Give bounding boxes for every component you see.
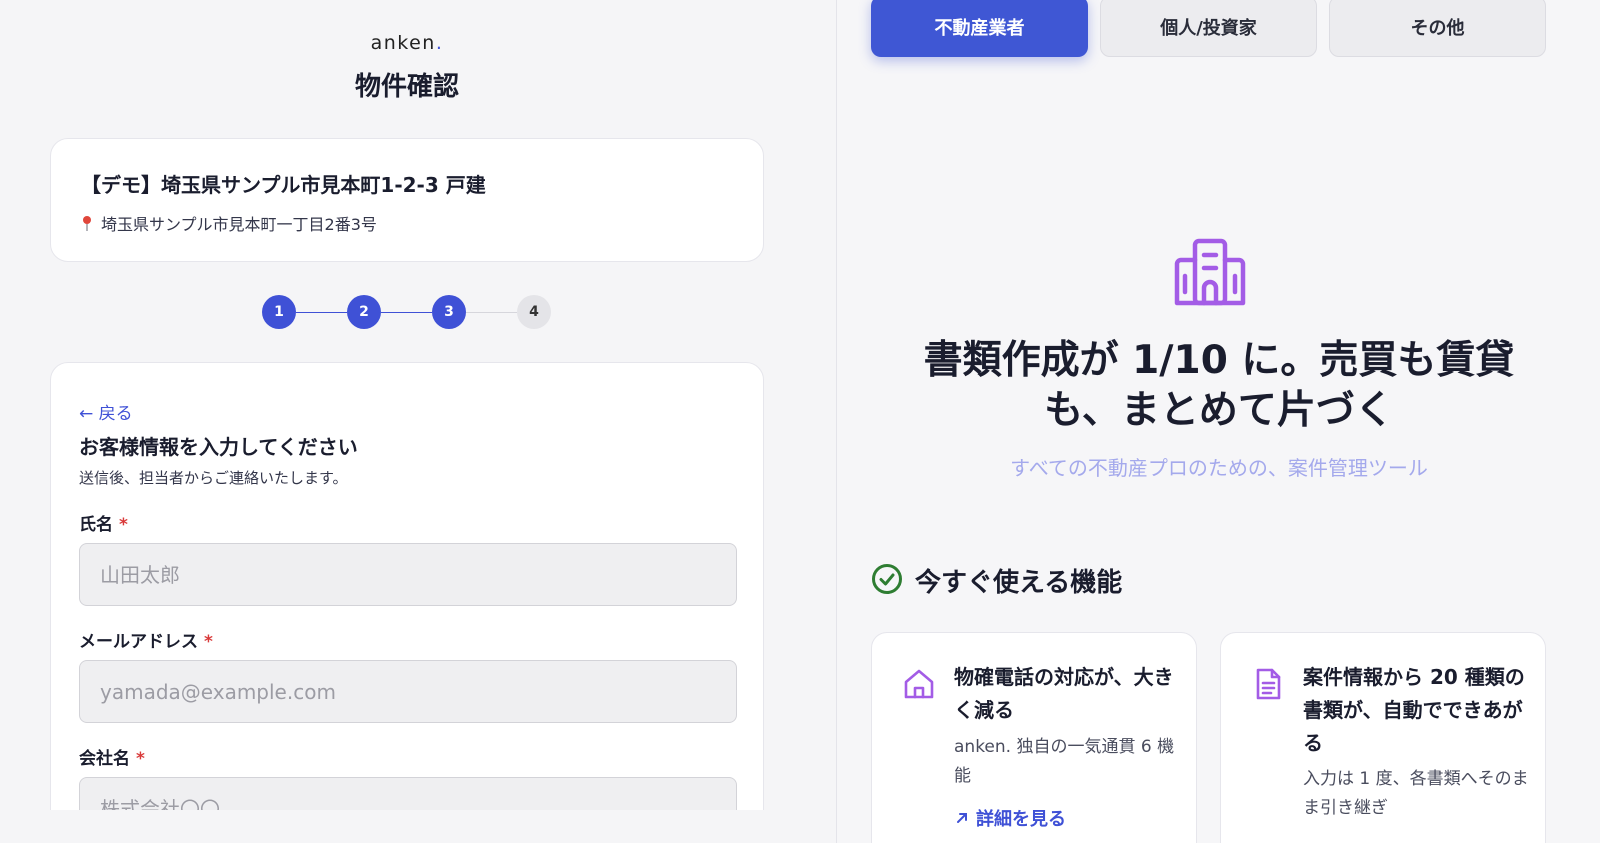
progress-stepper: 1 2 3 4 [262, 295, 551, 329]
document-icon [1256, 668, 1281, 700]
hero-title: 書類作成が 1/10 に。売買も賃貸も、まとめて片づく [923, 338, 1515, 433]
property-card: 【デモ】埼玉県サンプル市見本町1-2-3 戸建 埼玉県サンプル市見本町一丁目2番… [50, 138, 764, 262]
step-connector [381, 311, 432, 313]
feature-card-phone[interactable]: 物確電話の対応が、大きく減る anken. 独自の一気通貫 6 機能 詳細を見る [871, 632, 1197, 843]
scroll-clip [0, 810, 836, 843]
brand-logo[interactable]: anken. [0, 32, 814, 54]
page-title: 物件確認 [354, 72, 459, 102]
feature-detail-link[interactable]: 詳細を見る [954, 805, 1066, 831]
feature-card-documents[interactable]: 案件情報から 20 種類の書類が、自動でできあがる 入力は 1 度、各書類へその… [1220, 632, 1546, 843]
form-subtext: 送信後、担当者からご連絡いたします。 [79, 469, 348, 487]
hero-subtitle: すべての不動産プロのための、案件管理ツール [1010, 456, 1428, 480]
email-field-label: メールアドレス * [79, 632, 213, 652]
map-pin-icon [83, 216, 91, 231]
feature-card-desc: anken. 独自の一気通貫 6 機能 [954, 737, 1175, 786]
tab-individual-investor[interactable]: 個人/投資家 [1100, 0, 1317, 57]
email-field[interactable] [79, 660, 737, 723]
feature-card-title: 案件情報から 20 種類の書類が、自動でできあがる [1303, 665, 1525, 755]
home-icon [904, 669, 934, 699]
name-field-label: 氏名 * [79, 515, 128, 535]
property-address-text: 埼玉県サンプル市見本町一丁目2番3号 [101, 215, 377, 234]
marketing-panel: 不動産業者 個人/投資家 その他 書類作成が 1/10 に。売買も賃貸も、まとめ… [836, 0, 1600, 843]
step-2: 2 [347, 295, 381, 329]
features-title: 今すぐ使える機能 [915, 568, 1123, 598]
feature-card-title: 物確電話の対応が、大きく減る [954, 665, 1174, 722]
step-4: 4 [517, 295, 551, 329]
back-link[interactable]: ← 戻る [79, 399, 133, 424]
step-connector [466, 311, 517, 313]
property-inquiry-panel: anken. 物件確認 【デモ】埼玉県サンプル市見本町1-2-3 戸建 埼玉県サ… [0, 0, 836, 843]
name-field[interactable] [79, 543, 737, 606]
step-1: 1 [262, 295, 296, 329]
company-field-label: 会社名 * [79, 749, 145, 769]
property-address: 埼玉県サンプル市見本町一丁目2番3号 [81, 211, 377, 235]
step-connector [296, 311, 347, 313]
building-icon [1174, 238, 1246, 306]
form-heading: お客様情報を入力してください [79, 435, 358, 459]
step-3: 3 [432, 295, 466, 329]
tab-other[interactable]: その他 [1329, 0, 1546, 57]
arrow-up-right-icon [957, 813, 967, 823]
check-circle-icon [872, 564, 902, 594]
property-title: 【デモ】埼玉県サンプル市見本町1-2-3 戸建 [81, 173, 486, 197]
customer-info-form: ← 戻る お客様情報を入力してください 送信後、担当者からご連絡いたします。 氏… [50, 362, 764, 843]
feature-card-desc: 入力は 1 度、各書類へそのまま引き継ぎ [1303, 769, 1529, 818]
tab-real-estate-agent[interactable]: 不動産業者 [871, 0, 1088, 57]
